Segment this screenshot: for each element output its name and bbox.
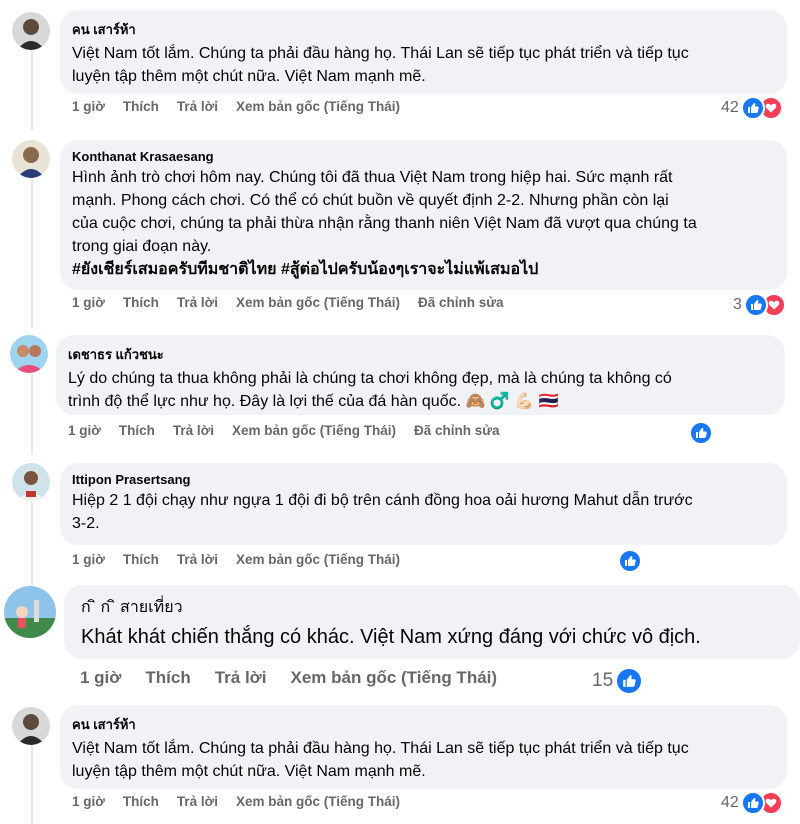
comment-author[interactable]: เดชาธร แก้วชนะ xyxy=(68,344,773,365)
comment-actions: 1 giờ Thích Trả lời Xem bản gốc (Tiếng T… xyxy=(72,794,400,809)
like-button[interactable]: Thích xyxy=(145,668,190,688)
reaction-summary[interactable] xyxy=(618,549,642,573)
edited-label: Đã chỉnh sửa xyxy=(418,295,504,310)
like-icon xyxy=(689,421,713,445)
like-icon xyxy=(740,791,765,815)
avatar[interactable] xyxy=(12,140,50,178)
reply-button[interactable]: Trả lời xyxy=(215,668,267,688)
reaction-count: 42 xyxy=(721,99,739,116)
comment-text: Hình ảnh trò chơi hôm nay. Chúng tôi đã … xyxy=(72,169,697,278)
comment-text: Việt Nam tốt lắm. Chúng ta phải đầu hàng… xyxy=(72,740,689,780)
like-icon xyxy=(740,96,765,120)
reaction-count: 3 xyxy=(733,296,742,313)
comment-text: Lý do chúng ta thua không phải là chúng … xyxy=(68,370,672,410)
avatar[interactable] xyxy=(4,586,56,638)
comment-author[interactable]: คน เสาร์ห้า xyxy=(72,714,775,735)
like-icon xyxy=(618,549,642,573)
comment-bubble: Ittipon Prasertsang Hiệp 2 1 đội chạy nh… xyxy=(60,463,787,545)
reply-button[interactable]: Trả lời xyxy=(177,794,218,809)
comment-bubble: ก ิ ก ิ สายเที่ยว Khát khát chiến thắng … xyxy=(64,585,800,659)
avatar[interactable] xyxy=(12,12,50,50)
comment-actions: 1 giờ Thích Trả lời Xem bản gốc (Tiếng T… xyxy=(72,295,504,310)
reaction-count: 42 xyxy=(721,794,739,811)
comment-actions: 1 giờ Thích Trả lời Xem bản gốc (Tiếng T… xyxy=(68,423,500,438)
comment-time[interactable]: 1 giờ xyxy=(80,668,121,688)
see-original-button[interactable]: Xem bản gốc (Tiếng Thái) xyxy=(291,668,498,688)
thread-line xyxy=(31,374,33,454)
reply-button[interactable]: Trả lời xyxy=(177,99,218,114)
emoji-group: 🙈 ♂️ 💪🏻 🇹🇭 xyxy=(465,393,559,410)
see-original-button[interactable]: Xem bản gốc (Tiếng Thái) xyxy=(236,99,400,114)
comment-bubble: คน เสาร์ห้า Việt Nam tốt lắm. Chúng ta p… xyxy=(60,10,787,94)
thread-line xyxy=(31,745,33,824)
see-original-button[interactable]: Xem bản gốc (Tiếng Thái) xyxy=(236,794,400,809)
reaction-summary[interactable]: 15 xyxy=(592,667,644,695)
comment-author[interactable]: Konthanat Krasaesang xyxy=(72,149,775,164)
thread-line xyxy=(31,50,33,130)
comment-author[interactable]: คน เสาร์ห้า xyxy=(72,19,775,40)
comment-bubble: คน เสาร์ห้า Việt Nam tốt lắm. Chúng ta p… xyxy=(60,705,787,789)
like-button[interactable]: Thích xyxy=(119,423,155,438)
comment-time[interactable]: 1 giờ xyxy=(72,99,105,114)
comment-time[interactable]: 1 giờ xyxy=(72,295,105,310)
comment-bubble: เดชาธร แก้วชนะ Lý do chúng ta thua không… xyxy=(56,335,785,415)
comment-time[interactable]: 1 giờ xyxy=(72,552,105,567)
avatar[interactable] xyxy=(12,463,50,501)
see-original-button[interactable]: Xem bản gốc (Tiếng Thái) xyxy=(232,423,396,438)
comment-time[interactable]: 1 giờ xyxy=(72,794,105,809)
reaction-summary[interactable]: 42 xyxy=(721,96,783,120)
like-button[interactable]: Thích xyxy=(123,99,159,114)
reply-button[interactable]: Trả lời xyxy=(177,552,218,567)
comment-actions: 1 giờ Thích Trả lời Xem bản gốc (Tiếng T… xyxy=(72,552,400,567)
reaction-count: 15 xyxy=(592,670,614,691)
thread-line xyxy=(31,502,33,587)
comment-actions: 1 giờ Thích Trả lời Xem bản gốc (Tiếng T… xyxy=(80,668,497,688)
avatar[interactable] xyxy=(10,335,48,373)
reaction-summary[interactable]: 42 xyxy=(721,791,783,815)
reaction-summary[interactable]: 3 xyxy=(733,293,786,317)
thread-line xyxy=(31,178,33,328)
comment-bubble: Konthanat Krasaesang Hình ảnh trò chơi h… xyxy=(60,140,787,290)
reply-button[interactable]: Trả lời xyxy=(173,423,214,438)
like-icon xyxy=(615,667,644,695)
reaction-summary[interactable] xyxy=(689,421,713,445)
like-button[interactable]: Thích xyxy=(123,794,159,809)
avatar[interactable] xyxy=(12,707,50,745)
comment-author[interactable]: ก ิ ก ิ สายเที่ยว xyxy=(81,595,783,620)
like-icon xyxy=(743,293,768,317)
comment-time[interactable]: 1 giờ xyxy=(68,423,101,438)
comment-author[interactable]: Ittipon Prasertsang xyxy=(72,472,775,487)
reply-button[interactable]: Trả lời xyxy=(177,295,218,310)
comment-text: Việt Nam tốt lắm. Chúng ta phải đầu hàng… xyxy=(72,45,689,85)
comment-text: Hiệp 2 1 đội chạy như ngựa 1 đội đi bộ t… xyxy=(72,492,693,532)
comment-text: Khát khát chiến thắng có khác. Việt Nam … xyxy=(81,626,701,648)
like-button[interactable]: Thích xyxy=(123,295,159,310)
see-original-button[interactable]: Xem bản gốc (Tiếng Thái) xyxy=(236,295,400,310)
see-original-button[interactable]: Xem bản gốc (Tiếng Thái) xyxy=(236,552,400,567)
comment-actions: 1 giờ Thích Trả lời Xem bản gốc (Tiếng T… xyxy=(72,99,400,114)
like-button[interactable]: Thích xyxy=(123,552,159,567)
edited-label: Đã chỉnh sửa xyxy=(414,423,500,438)
